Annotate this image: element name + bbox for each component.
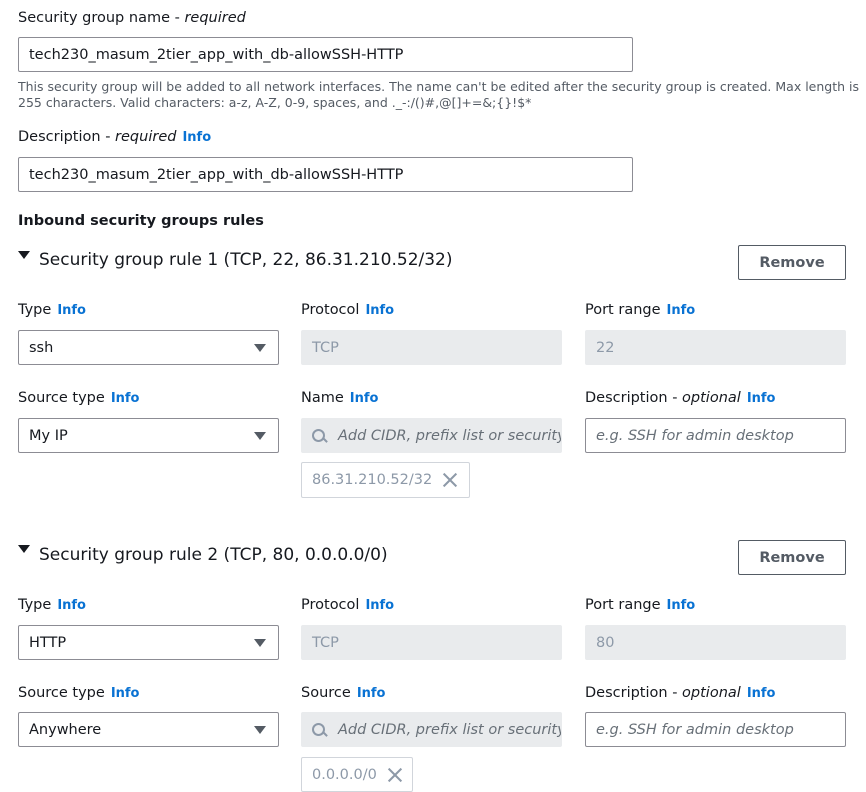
label-text: Name [301, 390, 344, 406]
input-value: TCP [312, 634, 339, 651]
port-range-input: 22 [585, 330, 846, 365]
label-text: Description - [585, 390, 683, 406]
source-type-label: Source type Info [18, 685, 140, 701]
required-text: required [184, 10, 246, 26]
token-label: 86.31.210.52/32 [312, 472, 433, 488]
select-value: ssh [29, 339, 54, 356]
input-value: tech230_masum_2tier_app_with_db-allowSSH… [29, 46, 404, 63]
label-text: Source type [18, 390, 105, 406]
rule-2-title[interactable]: Security group rule 2 (TCP, 80, 0.0.0.0/… [39, 545, 388, 565]
select-value: Anywhere [29, 721, 102, 738]
description-optional-label: Description - optional Info [585, 685, 776, 701]
remove-rule-2-button[interactable]: Remove [738, 540, 846, 575]
collapse-triangle-icon[interactable] [18, 545, 30, 553]
search-icon [312, 428, 326, 443]
label-text: Protocol [301, 302, 360, 318]
close-icon[interactable] [442, 472, 458, 488]
info-link[interactable]: Info [350, 391, 379, 406]
caret-down-icon [254, 343, 266, 352]
token-label: 0.0.0.0/0 [312, 766, 377, 783]
placeholder-text: Add CIDR, prefix list or security [338, 721, 562, 738]
rule-description-input[interactable]: e.g. SSH for admin desktop [585, 418, 846, 453]
info-link[interactable]: Info [365, 303, 394, 318]
info-link[interactable]: Info [747, 686, 776, 701]
placeholder-text: e.g. SSH for admin desktop [596, 721, 794, 738]
optional-text: optional [682, 685, 741, 701]
info-link[interactable]: Info [357, 686, 386, 701]
type-label: Type Info [18, 302, 86, 318]
label-text: Type [18, 302, 52, 318]
source-search-input[interactable]: Add CIDR, prefix list or security [301, 418, 562, 453]
input-value: TCP [312, 339, 339, 356]
label-text: Source type [18, 685, 105, 701]
cidr-token: 0.0.0.0/0 [301, 757, 413, 792]
placeholder-text: Add CIDR, prefix list or security [338, 427, 562, 444]
security-group-name-label: Security group name - required [18, 10, 246, 26]
description-optional-label: Description - optional Info [585, 390, 776, 406]
info-link[interactable]: Info [747, 391, 776, 406]
info-link[interactable]: Info [667, 598, 696, 613]
search-icon [312, 722, 326, 737]
remove-rule-1-button[interactable]: Remove [738, 245, 846, 280]
hint-line: This security group will be added to all… [18, 79, 859, 94]
info-link[interactable]: Info [57, 598, 86, 613]
description-input[interactable]: tech230_masum_2tier_app_with_db-allowSSH… [18, 157, 633, 192]
label-text: Description - [18, 129, 116, 145]
label-text: Type [18, 597, 52, 613]
optional-text: optional [682, 390, 741, 406]
source-search-input[interactable]: Add CIDR, prefix list or security [301, 712, 562, 747]
input-value: 80 [596, 634, 615, 651]
select-value: HTTP [29, 634, 67, 651]
label-text: Protocol [301, 597, 360, 613]
label-text: Security group name - [18, 10, 185, 26]
select-value: My IP [29, 427, 68, 444]
input-value: 22 [596, 339, 615, 356]
name-hint: This security group will be added to all… [18, 79, 859, 111]
label-text: Description - [585, 685, 683, 701]
info-link[interactable]: Info [57, 303, 86, 318]
info-link[interactable]: Info [182, 130, 211, 145]
port-range-input: 80 [585, 625, 846, 660]
rule-description-input[interactable]: e.g. SSH for admin desktop [585, 712, 846, 747]
protocol-input: TCP [301, 330, 562, 365]
port-range-label: Port range Info [585, 302, 695, 318]
required-text: required [115, 129, 177, 145]
close-icon[interactable] [387, 767, 402, 783]
protocol-label: Protocol Info [301, 302, 394, 318]
cidr-token: 86.31.210.52/32 [301, 462, 470, 498]
source-type-select[interactable]: Anywhere [18, 712, 279, 747]
caret-down-icon [254, 431, 266, 440]
inbound-rules-title: Inbound security groups rules [18, 213, 264, 229]
security-group-name-input[interactable]: tech230_masum_2tier_app_with_db-allowSSH… [18, 37, 633, 72]
label-text: Source [301, 685, 351, 701]
caret-down-icon [254, 638, 266, 647]
caret-down-icon [254, 725, 266, 734]
rule-1-title[interactable]: Security group rule 1 (TCP, 22, 86.31.21… [39, 250, 453, 270]
type-select[interactable]: ssh [18, 330, 279, 365]
info-link[interactable]: Info [667, 303, 696, 318]
source-type-label: Source type Info [18, 390, 140, 406]
input-value: tech230_masum_2tier_app_with_db-allowSSH… [29, 166, 404, 183]
type-select[interactable]: HTTP [18, 625, 279, 660]
label-text: Port range [585, 597, 661, 613]
protocol-label: Protocol Info [301, 597, 394, 613]
port-range-label: Port range Info [585, 597, 695, 613]
info-link[interactable]: Info [365, 598, 394, 613]
placeholder-text: e.g. SSH for admin desktop [596, 427, 794, 444]
label-text: Port range [585, 302, 661, 318]
type-label: Type Info [18, 597, 86, 613]
hint-line: 255 characters. Valid characters: a-z, A… [18, 95, 532, 110]
description-label: Description - required Info [18, 129, 211, 145]
collapse-triangle-icon[interactable] [18, 251, 30, 259]
source-name-label: Name Info [301, 390, 378, 406]
info-link[interactable]: Info [111, 686, 140, 701]
source-type-select[interactable]: My IP [18, 418, 279, 453]
source-label: Source Info [301, 685, 386, 701]
info-link[interactable]: Info [111, 391, 140, 406]
protocol-input: TCP [301, 625, 562, 660]
